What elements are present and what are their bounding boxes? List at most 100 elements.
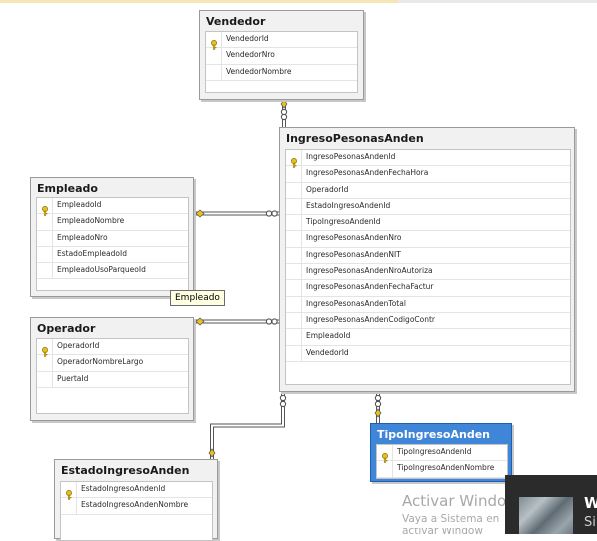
row-selector-cell: [61, 498, 77, 514]
column-row[interactable]: EmpleadoNro: [37, 230, 188, 247]
column-row[interactable]: EmpleadoId: [37, 198, 188, 216]
relationship-key-end-icon: [208, 448, 216, 458]
column-name: VendedorId: [306, 347, 349, 357]
row-selector-cell: [286, 231, 302, 247]
column-row[interactable]: TipoIngresoAndenId: [377, 445, 507, 463]
row-selector-cell: [286, 182, 302, 198]
column-name: EmpleadoNombre: [57, 216, 125, 226]
column-name: EmpleadoUsoParqueoId: [57, 265, 146, 275]
row-selector-cell: [206, 48, 222, 64]
column-row[interactable]: OperadorId: [37, 339, 188, 357]
column-name: IngresoPesonasAndenNIT: [306, 249, 401, 259]
column-name: OperadorId: [306, 184, 349, 194]
relationship-key-end-icon: [195, 209, 205, 218]
row-selector-cell: [206, 32, 222, 50]
row-selector-cell: [206, 64, 222, 80]
column-row[interactable]: EmpleadoId: [286, 329, 570, 346]
row-selector-cell: [37, 371, 53, 387]
table-title: Operador: [37, 322, 96, 335]
row-selector-cell: [37, 198, 53, 216]
column-list: TipoIngresoAndenId TipoIngresoAndenNombre: [376, 444, 508, 479]
column-list: IngresoPesonasAndenId IngresoPesonasAnden…: [285, 149, 571, 385]
column-row[interactable]: VendedorId: [286, 345, 570, 362]
relationship-key-end-icon: [374, 408, 382, 418]
column-row[interactable]: TipoIngresoAndenNombre: [377, 461, 507, 478]
table-vendedor[interactable]: Vendedor VendedorId VendedorNro VendedorNo…: [199, 10, 364, 100]
preview-app-letter: W: [584, 494, 597, 512]
column-list: VendedorId VendedorNro VendedorNombre: [205, 31, 358, 93]
column-row[interactable]: EstadoIngresoAndenId: [61, 482, 212, 500]
column-row[interactable]: EmpleadoNombre: [37, 214, 188, 231]
column-row[interactable]: IngresoPesonasAndenNroAutoriza: [286, 264, 570, 281]
column-name: IngresoPesonasAndenCodigoContr: [306, 314, 436, 324]
column-row[interactable]: VendedorNombre: [206, 64, 357, 81]
relationship-estado-ingreso[interactable]: [210, 392, 285, 460]
column-row[interactable]: OperadorId: [286, 182, 570, 199]
row-selector-cell: [37, 339, 53, 357]
column-row[interactable]: EstadoEmpleadoId: [37, 246, 188, 264]
primary-key-icon: [381, 448, 389, 463]
table-operador[interactable]: Operador OperadorId OperadorNombreLargo Pu…: [30, 317, 194, 421]
row-selector-cell: [61, 482, 77, 500]
column-row[interactable]: IngresoPesonasAndenNro: [286, 231, 570, 248]
activate-windows-subtitle: Vaya a Sistema en: [402, 513, 500, 525]
column-row[interactable]: IngresoPesonasAndenId: [286, 150, 570, 168]
column-row[interactable]: IngresoPesonasAndenFechaHora: [286, 166, 570, 183]
row-selector-cell: [286, 296, 302, 312]
column-row[interactable]: TipoIngresoAndenId: [286, 215, 570, 232]
column-name: OperadorNombreLargo: [57, 357, 144, 367]
column-name: IngresoPesonasAndenId: [306, 152, 396, 161]
taskbar-preview[interactable]: W Si: [505, 475, 597, 534]
column-list: OperadorId OperadorNombreLargo PuertaId: [36, 338, 189, 414]
table-title: IngresoPesonasAnden: [286, 132, 424, 145]
column-name: OperadorId: [57, 341, 100, 350]
preview-subtext: Si: [584, 515, 596, 530]
column-name: IngresoPesonasAndenNro: [306, 233, 402, 243]
table-title: Empleado: [37, 182, 98, 195]
column-name: VendedorId: [226, 34, 269, 43]
column-row[interactable]: PuertaId: [37, 371, 188, 388]
primary-key-icon: [65, 485, 73, 500]
table-tipoingresoanden[interactable]: TipoIngresoAnden TipoIngresoAndenId TipoI…: [370, 423, 512, 482]
table-ingresopesonasanden[interactable]: IngresoPesonasAnden IngresoPesonasAndenI…: [279, 127, 575, 392]
column-name: EmpleadoId: [57, 200, 102, 209]
table-empleado[interactable]: Empleado EmpleadoId EmpleadoNombre Emplead…: [30, 177, 194, 297]
column-list: EstadoIngresoAndenId EstadoIngresoAndenNo…: [60, 481, 213, 541]
column-name: EmpleadoNro: [57, 232, 108, 242]
table-tooltip: Empleado: [170, 290, 225, 306]
column-row[interactable]: OperadorNombreLargo: [37, 355, 188, 372]
column-row[interactable]: VendedorId: [206, 32, 357, 50]
row-selector-cell: [286, 345, 302, 361]
table-title: EstadoIngresoAnden: [61, 464, 190, 477]
column-name: VendedorNro: [226, 50, 275, 60]
column-row[interactable]: IngresoPesonasAndenFechaFactur: [286, 280, 570, 297]
row-selector-cell: [37, 246, 53, 263]
row-selector-cell: [37, 214, 53, 230]
column-list: EmpleadoId EmpleadoNombre EmpleadoNro Estad…: [36, 197, 189, 291]
table-title: Vendedor: [206, 15, 266, 28]
column-name: TipoIngresoAndenId: [306, 217, 381, 227]
table-estadoingresoanden[interactable]: EstadoIngresoAnden EstadoIngresoAndenId E…: [54, 459, 218, 541]
column-name: TipoIngresoAndenId: [397, 447, 472, 456]
column-row[interactable]: IngresoPesonasAndenTotal: [286, 296, 570, 313]
column-row[interactable]: IngresoPesonasAndenNIT: [286, 247, 570, 265]
column-name: IngresoPesonasAndenFechaHora: [306, 168, 429, 178]
relationship-key-end-icon: [195, 317, 205, 326]
preview-thumbnail: [519, 497, 573, 534]
row-selector-cell: [286, 312, 302, 329]
column-name: TipoIngresoAndenNombre: [397, 463, 495, 473]
column-name: VendedorNombre: [226, 66, 292, 76]
column-row[interactable]: EstadoIngresoAndenNombre: [61, 498, 212, 515]
row-selector-cell: [286, 166, 302, 182]
row-selector-cell: [286, 215, 302, 231]
column-row[interactable]: EmpleadoUsoParqueoId: [37, 263, 188, 280]
column-name: EmpleadoId: [306, 331, 351, 341]
primary-key-icon: [210, 35, 218, 50]
column-row[interactable]: EstadoIngresoAndenId: [286, 198, 570, 216]
row-selector-cell: [286, 280, 302, 296]
row-selector-cell: [37, 355, 53, 371]
row-selector-cell: [377, 461, 393, 477]
column-row[interactable]: IngresoPesonasAndenCodigoContr: [286, 312, 570, 330]
row-selector-cell: [286, 150, 302, 168]
column-row[interactable]: VendedorNro: [206, 48, 357, 65]
